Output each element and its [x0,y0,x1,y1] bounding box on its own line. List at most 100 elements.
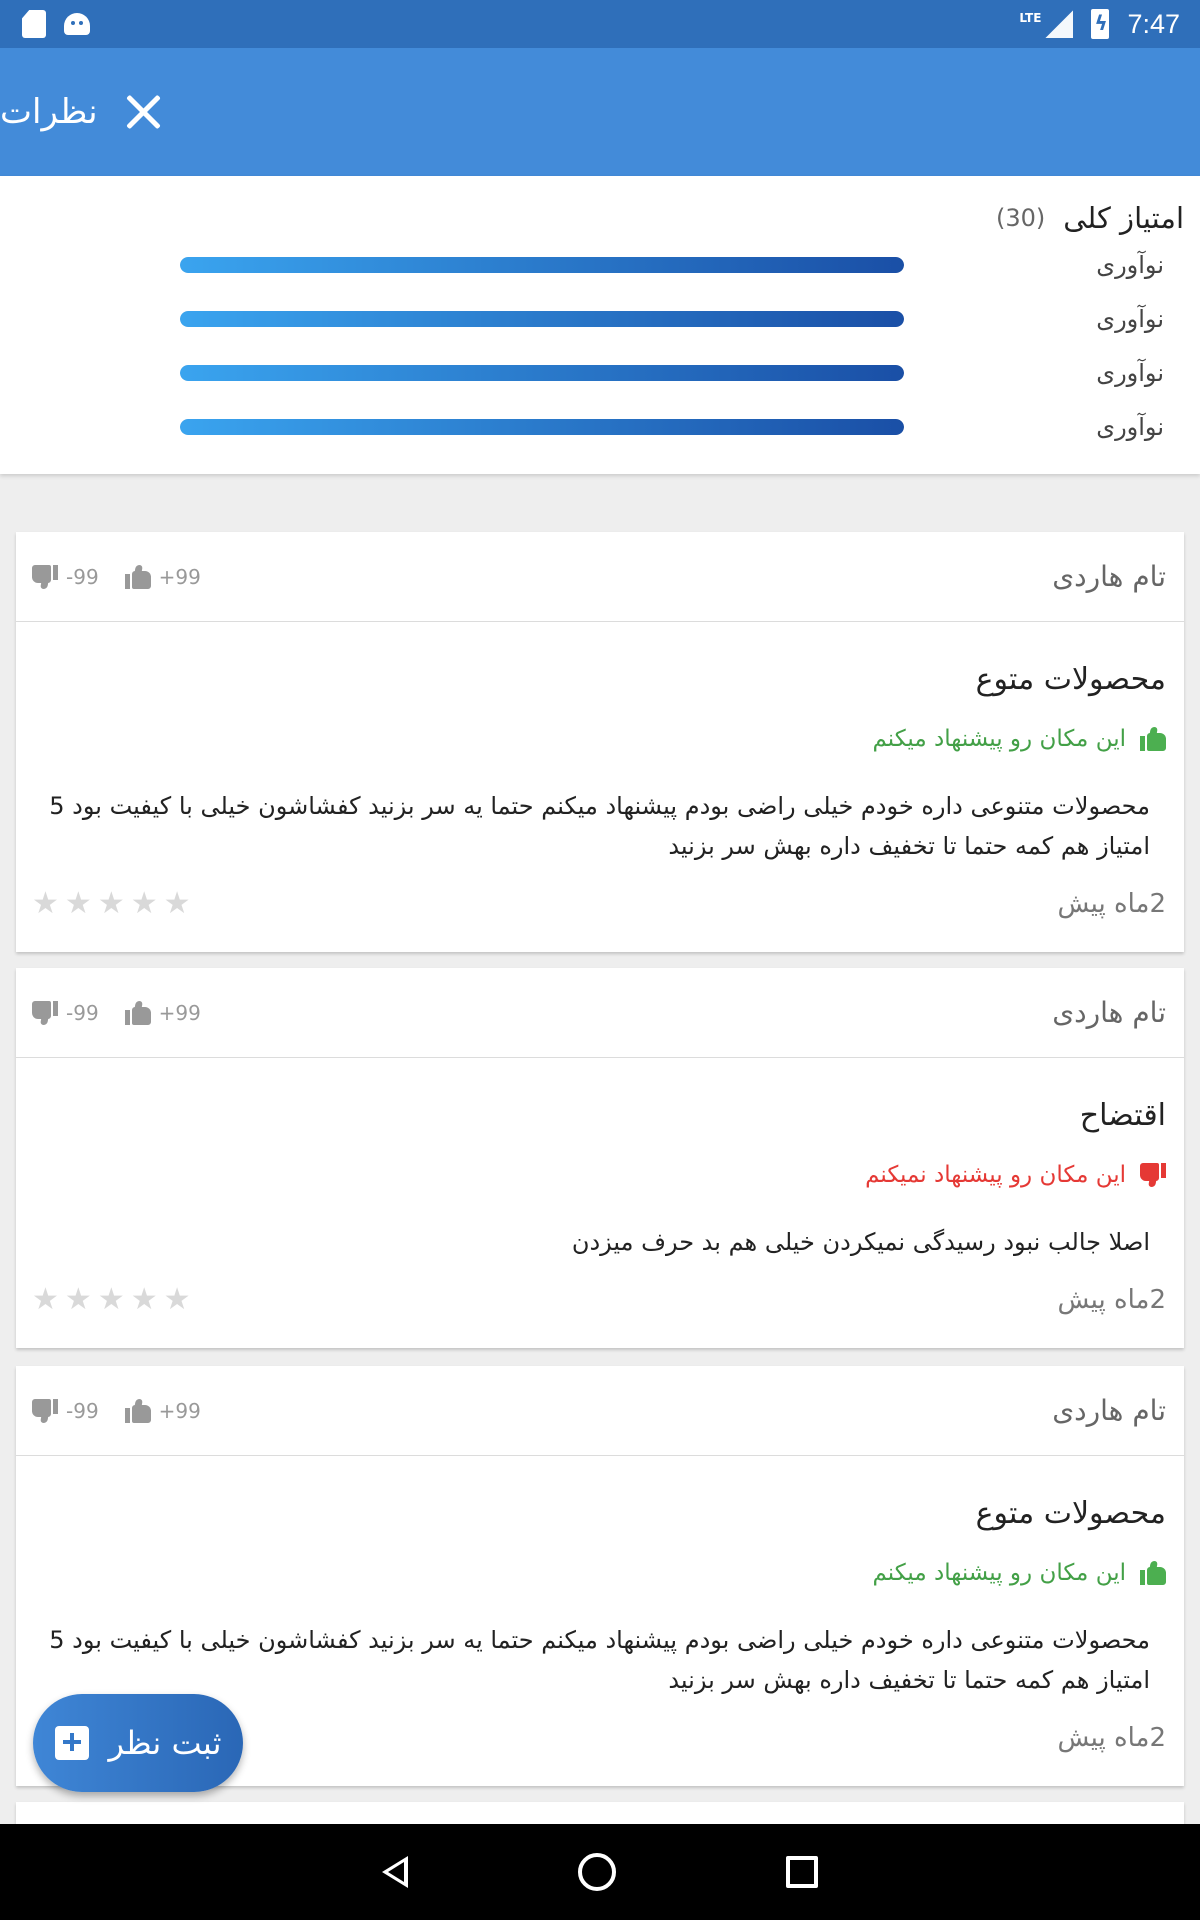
sd-card-icon [22,10,46,38]
review-header: تام هاردی -99 +99 [16,968,1184,1058]
rating-bar-fill [180,365,904,381]
network-type: LTE [1019,11,1042,25]
review-text: اصلا جالب نبود رسیدگی نمیکردن خیلی هم بد… [571,1228,1150,1256]
rating-bar-fill [180,419,904,435]
recommend-status: این مکان رو پیشنهاد میکنم [32,722,1166,756]
android-icon [64,13,90,35]
review-author: تام هاردی [1052,996,1166,1029]
like-count: +99 [158,564,201,589]
vote-controls: -99 +99 [32,1398,201,1423]
review-header: تام هاردی -99 +99 [16,532,1184,622]
star-icon[interactable]: ★ [32,889,59,919]
rating-row: نوآوری [0,346,1184,400]
rating-title: امتیاز کلی [1063,201,1184,235]
back-icon[interactable] [382,1856,408,1888]
dislike-count: -99 [66,1398,99,1423]
dislike-button[interactable]: -99 [32,564,99,589]
page-title: نظرات [0,92,98,132]
review-header: تام هاردی -99 +99 [16,1366,1184,1456]
home-icon[interactable] [578,1853,616,1891]
rating-bar [180,365,904,381]
star-icon[interactable]: ★ [65,889,92,919]
thumbs-up-icon [124,1398,151,1423]
review-time: 2ماه پیش [1057,1723,1166,1753]
review-footer: 2ماه پیش ★ ★ ★ ★ ★ [32,1270,1166,1330]
recommend-text: این مکان رو پیشنهاد میکنم [872,726,1126,752]
rating-label: نوآوری [1096,359,1164,387]
rating-bar [180,419,904,435]
rating-row: نوآوری [0,238,1184,292]
like-count: +99 [158,1398,201,1423]
rating-bar-fill [180,311,904,327]
rating-header: امتیاز کلی (30) [0,198,1184,238]
review-time: 2ماه پیش [1057,889,1166,919]
battery-charging-icon [1091,9,1110,39]
dislike-count: -99 [66,1000,99,1025]
dislike-button[interactable]: -99 [32,1398,99,1423]
vote-controls: -99 +99 [32,564,201,589]
star-rating[interactable]: ★ ★ ★ ★ ★ [32,1285,191,1315]
thumbs-up-icon [124,1000,151,1025]
clock: 7:47 [1127,8,1180,39]
like-button[interactable]: +99 [124,1000,201,1025]
add-review-label: ثبت نظر [108,1724,222,1762]
star-icon[interactable]: ★ [131,1285,158,1315]
review-footer: 2ماه پیش ★ ★ ★ ★ ★ [32,874,1166,934]
thumbs-up-icon [1140,1561,1166,1585]
rating-count: (30) [995,204,1046,232]
recents-icon[interactable] [786,1856,818,1888]
vote-controls: -99 +99 [32,1000,201,1025]
add-comment-icon [54,1726,89,1760]
star-icon[interactable]: ★ [164,1285,191,1315]
status-bar: LTE 7:47 [0,0,1200,48]
rating-label: نوآوری [1096,251,1164,279]
review-text: محصولات متنوعی داره خودم خیلی راضی بودم … [49,792,1150,860]
review-text: محصولات متنوعی داره خودم خیلی راضی بودم … [49,1626,1150,1694]
star-rating[interactable]: ★ ★ ★ ★ ★ [32,889,191,919]
rating-label: نوآوری [1096,305,1164,333]
thumbs-down-icon [32,564,58,589]
rating-bar [180,311,904,327]
rating-bar [180,257,904,273]
star-icon[interactable]: ★ [98,889,125,919]
star-icon[interactable]: ★ [164,889,191,919]
like-button[interactable]: +99 [124,1398,201,1423]
rating-row: نوآوری [0,292,1184,346]
status-left-icons [22,10,90,38]
close-icon[interactable] [120,88,168,136]
review-card: تام هاردی -99 +99 اقتضاح این مکان رو پیش… [16,968,1184,1348]
thumbs-up-icon [1140,727,1166,751]
star-icon[interactable]: ★ [98,1285,125,1315]
dislike-count: -99 [66,564,99,589]
star-icon[interactable]: ★ [131,889,158,919]
rating-row: نوآوری [0,400,1184,454]
rating-label: نوآوری [1096,413,1164,441]
star-icon[interactable]: ★ [65,1285,92,1315]
app-bar: نظرات [0,48,1200,176]
review-card: تام هاردی -99 +99 محصولات متوع این مکان … [16,532,1184,952]
review-title: محصولات متوع [975,1496,1166,1531]
review-author: تام هاردی [1052,560,1166,593]
recommend-status: این مکان رو پیشنهاد میکنم [32,1556,1166,1590]
review-title: اقتضاح [1079,1098,1166,1133]
like-count: +99 [158,1000,201,1025]
rating-bar-fill [180,257,904,273]
star-icon[interactable]: ★ [32,1285,59,1315]
thumbs-down-icon [32,1000,58,1025]
dislike-button[interactable]: -99 [32,1000,99,1025]
review-author: تام هاردی [1052,1394,1166,1427]
recommend-text: این مکان رو پیشنهاد نمیکنم [865,1162,1126,1188]
thumbs-down-icon [32,1398,58,1423]
like-button[interactable]: +99 [124,564,201,589]
review-time: 2ماه پیش [1057,1285,1166,1315]
ratings-summary-card: امتیاز کلی (30) نوآوری نوآوری نوآوری نوآ… [0,176,1200,474]
add-review-button[interactable]: ثبت نظر [33,1694,243,1792]
review-title: محصولات متوع [975,662,1166,697]
status-right-icons: LTE 7:47 [1019,9,1180,40]
thumbs-down-icon [1140,1163,1166,1187]
signal-icon [1045,10,1074,38]
system-nav-bar [0,1824,1200,1920]
review-body: اقتضاح این مکان رو پیشنهاد نمیکنم اصلا ج… [16,1098,1184,1330]
thumbs-up-icon [124,564,151,589]
review-body: محصولات متوع این مکان رو پیشنهاد میکنم م… [16,662,1184,934]
